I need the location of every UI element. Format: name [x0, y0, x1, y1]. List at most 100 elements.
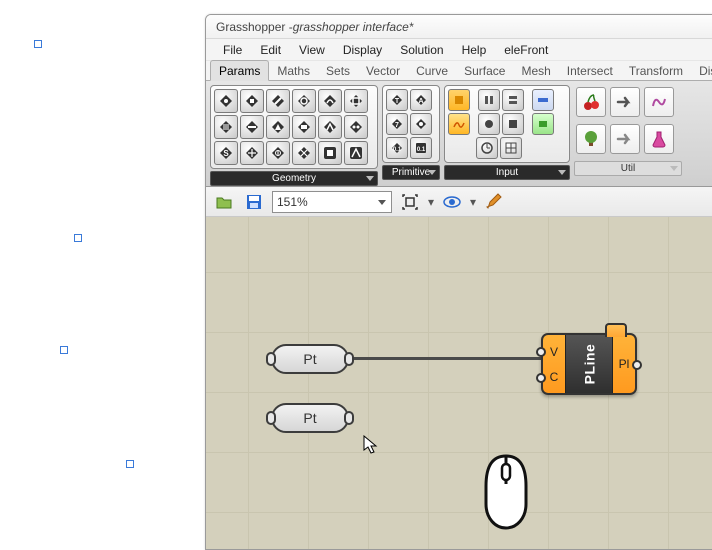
geom-icon[interactable] — [318, 115, 342, 139]
input-icon[interactable] — [448, 113, 470, 135]
open-file-icon[interactable] — [212, 190, 236, 214]
geom-icon[interactable] — [292, 89, 316, 113]
selection-handle[interactable] — [74, 234, 82, 242]
geom-icon[interactable] — [266, 141, 290, 165]
prim-icon[interactable]: 0.1 — [410, 137, 432, 159]
selection-handle[interactable] — [126, 460, 134, 468]
prim-icon[interactable]: T — [386, 89, 408, 111]
sketch-pencil-icon[interactable] — [482, 190, 506, 214]
geom-icon[interactable] — [292, 115, 316, 139]
tab-vector[interactable]: Vector — [358, 61, 408, 80]
component-port-out-pl[interactable] — [632, 360, 642, 370]
input-icon[interactable] — [476, 137, 498, 159]
save-icon[interactable] — [242, 190, 266, 214]
component-port-in-c[interactable] — [536, 373, 546, 383]
geom-icon[interactable] — [266, 115, 290, 139]
param-input-grip[interactable] — [266, 411, 276, 425]
tab-mesh[interactable]: Mesh — [513, 61, 558, 80]
geom-icon[interactable]: S — [214, 141, 238, 165]
geom-icon[interactable] — [240, 141, 264, 165]
prim-icon[interactable]: A — [410, 89, 432, 111]
title-document: grasshopper interface* — [293, 20, 414, 34]
component-input-c: C — [550, 370, 559, 384]
menu-elefront[interactable]: eleFront — [495, 40, 557, 60]
panel-label-input[interactable]: Input — [444, 165, 570, 180]
panel-label-util[interactable]: Util — [574, 161, 682, 176]
svg-text:A: A — [418, 98, 423, 105]
input-icon[interactable] — [478, 89, 500, 111]
geom-icon[interactable] — [214, 115, 238, 139]
input-icon[interactable] — [448, 89, 470, 111]
canvas[interactable]: Pt Pt V C PLine Pl — [206, 217, 712, 550]
input-icon[interactable] — [502, 89, 524, 111]
geom-icon[interactable] — [214, 89, 238, 113]
prim-icon[interactable] — [410, 113, 432, 135]
util-icon-cherries[interactable] — [576, 87, 606, 117]
dropdown-caret-icon[interactable]: ▾ — [470, 195, 476, 209]
geom-icon[interactable] — [344, 141, 368, 165]
input-icon[interactable] — [478, 113, 500, 135]
menu-help[interactable]: Help — [453, 40, 496, 60]
param-point-2[interactable]: Pt — [271, 403, 349, 433]
preview-eye-icon[interactable] — [440, 190, 464, 214]
util-icon-scribble[interactable] — [644, 87, 674, 117]
geom-icon[interactable] — [318, 141, 342, 165]
tab-intersect[interactable]: Intersect — [559, 61, 621, 80]
svg-text:T: T — [395, 98, 400, 105]
geom-icon[interactable] — [344, 115, 368, 139]
tab-transform[interactable]: Transform — [621, 61, 691, 80]
tab-params[interactable]: Params — [210, 60, 269, 81]
tab-maths[interactable]: Maths — [269, 61, 318, 80]
prim-icon[interactable]: 0.1 — [386, 137, 408, 159]
util-icon-tree[interactable] — [576, 124, 606, 154]
param-point-1[interactable]: Pt — [271, 344, 349, 374]
input-icon[interactable] — [532, 89, 554, 111]
menu-file[interactable]: File — [214, 40, 251, 60]
component-input-v: V — [550, 345, 558, 359]
tab-display[interactable]: Display — [691, 61, 712, 80]
geom-icon[interactable] — [292, 141, 316, 165]
panel-label-primitive[interactable]: Primitive — [382, 165, 440, 180]
component-pline[interactable]: V C PLine Pl — [541, 333, 637, 395]
mouse-illustration-icon — [478, 452, 534, 535]
panel-label-geometry[interactable]: Geometry — [210, 171, 378, 186]
param-label: Pt — [303, 351, 316, 367]
util-icon-arrow[interactable] — [610, 87, 640, 117]
geom-icon[interactable] — [240, 115, 264, 139]
input-icon[interactable] — [500, 137, 522, 159]
util-icon-flask[interactable] — [644, 124, 674, 154]
geom-icon[interactable] — [344, 89, 368, 113]
selection-handle[interactable] — [34, 40, 42, 48]
menu-display[interactable]: Display — [334, 40, 391, 60]
svg-text:0.1: 0.1 — [393, 147, 402, 153]
param-input-grip[interactable] — [266, 352, 276, 366]
menu-edit[interactable]: Edit — [251, 40, 290, 60]
geom-icon[interactable] — [266, 89, 290, 113]
tab-curve[interactable]: Curve — [408, 61, 456, 80]
tab-surface[interactable]: Surface — [456, 61, 513, 80]
geom-icon[interactable] — [318, 89, 342, 113]
component-name: PLine — [581, 344, 597, 385]
prim-icon[interactable]: 7 — [386, 113, 408, 135]
dropdown-caret-icon[interactable]: ▾ — [428, 195, 434, 209]
component-tab — [605, 323, 627, 337]
wire[interactable] — [346, 357, 546, 360]
util-icon-arrow2[interactable] — [610, 124, 640, 154]
panel-input: Input — [444, 85, 570, 180]
cursor-icon — [363, 435, 379, 458]
input-icon[interactable] — [502, 113, 524, 135]
grasshopper-window: Grasshopper - grasshopper interface* Fil… — [205, 14, 712, 550]
zoom-combobox[interactable]: 151% — [272, 191, 392, 213]
menu-view[interactable]: View — [290, 40, 334, 60]
titlebar[interactable]: Grasshopper - grasshopper interface* — [206, 15, 712, 39]
zoom-extents-icon[interactable] — [398, 190, 422, 214]
component-port-in-v[interactable] — [536, 347, 546, 357]
geom-icon[interactable] — [240, 89, 264, 113]
tab-sets[interactable]: Sets — [318, 61, 358, 80]
svg-text:S: S — [223, 149, 229, 158]
param-output-grip[interactable] — [344, 352, 354, 366]
menu-solution[interactable]: Solution — [391, 40, 452, 60]
selection-handle[interactable] — [60, 346, 68, 354]
param-output-grip[interactable] — [344, 411, 354, 425]
input-icon[interactable] — [532, 113, 554, 135]
